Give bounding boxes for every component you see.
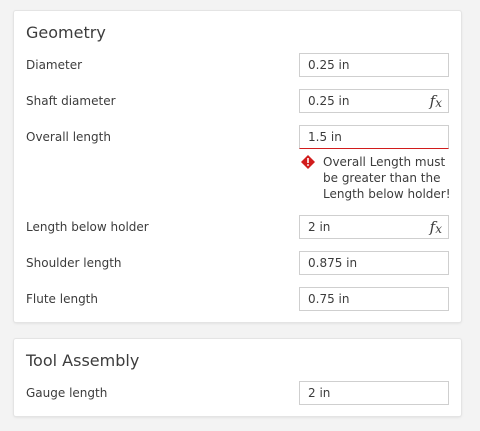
diameter-label: Diameter <box>26 58 83 72</box>
length-below-holder-function-icon[interactable]: fx <box>430 217 442 238</box>
shaft-diameter-function-icon[interactable]: fx <box>430 91 442 112</box>
error-icon <box>301 155 315 169</box>
tool-assembly-panel: Tool Assembly Gauge length 2 in <box>14 339 461 416</box>
gauge-length-value: 2 in <box>308 386 331 400</box>
flute-length-row: Flute length 0.75 in <box>14 287 461 311</box>
flute-length-value: 0.75 in <box>308 292 350 306</box>
geometry-title: Geometry <box>26 23 106 42</box>
flute-length-label: Flute length <box>26 292 98 306</box>
length-below-holder-row: Length below holder 2 in fx <box>14 215 461 239</box>
shaft-diameter-label: Shaft diameter <box>26 94 116 108</box>
shaft-diameter-row: Shaft diameter 0.25 in fx <box>14 89 461 113</box>
overall-length-row: Overall length 1.5 in <box>14 125 461 149</box>
shoulder-length-row: Shoulder length 0.875 in <box>14 251 461 275</box>
diameter-input[interactable]: 0.25 in <box>299 53 449 77</box>
diameter-value: 0.25 in <box>308 58 350 72</box>
overall-length-value: 1.5 in <box>308 130 342 144</box>
shoulder-length-input[interactable]: 0.875 in <box>299 251 449 275</box>
shaft-diameter-input[interactable]: 0.25 in fx <box>299 89 449 113</box>
gauge-length-input[interactable]: 2 in <box>299 381 449 405</box>
length-below-holder-label: Length below holder <box>26 220 149 234</box>
overall-length-input[interactable]: 1.5 in <box>299 125 449 149</box>
gauge-length-label: Gauge length <box>26 386 108 400</box>
overall-length-label: Overall length <box>26 130 111 144</box>
geometry-panel: Geometry Diameter 0.25 in Shaft diameter… <box>14 11 461 322</box>
shaft-diameter-value: 0.25 in <box>308 94 350 108</box>
gauge-length-row: Gauge length 2 in <box>14 381 461 405</box>
tool-assembly-title: Tool Assembly <box>26 351 140 370</box>
error-message: Overall Length must be greater than the … <box>323 155 451 201</box>
length-below-holder-value: 2 in <box>308 220 331 234</box>
diameter-row: Diameter 0.25 in <box>14 53 461 77</box>
shoulder-length-label: Shoulder length <box>26 256 122 270</box>
shoulder-length-value: 0.875 in <box>308 256 358 270</box>
flute-length-input[interactable]: 0.75 in <box>299 287 449 311</box>
length-below-holder-input[interactable]: 2 in fx <box>299 215 449 239</box>
